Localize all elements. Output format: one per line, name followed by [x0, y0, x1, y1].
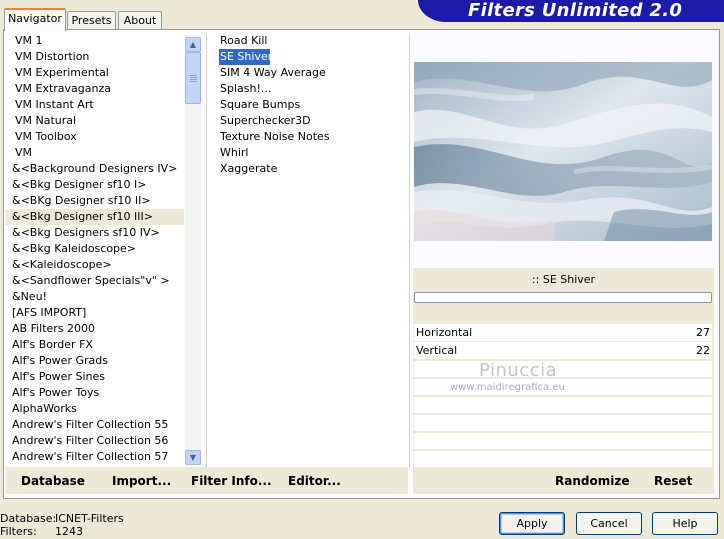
- watermark-name: Pinuccia: [479, 360, 558, 381]
- category-item[interactable]: VM 1: [6, 33, 184, 49]
- preview-image: [414, 62, 712, 241]
- category-item[interactable]: VM Natural: [6, 113, 184, 129]
- param-vertical[interactable]: Vertical 22: [414, 342, 712, 359]
- category-item[interactable]: &<Bkg Designer sf10 I>: [6, 177, 184, 193]
- category-scrollbar[interactable]: ▲ ▼: [185, 35, 201, 465]
- category-item[interactable]: Alf's Power Grads: [6, 353, 184, 369]
- chevron-up-icon[interactable]: ▲: [185, 37, 201, 52]
- category-item[interactable]: [AFS IMPORT]: [6, 305, 184, 321]
- param-label: Horizontal: [416, 326, 473, 339]
- category-item[interactable]: AB Filters 2000: [6, 321, 184, 337]
- database-status: Database:ICNET-Filters: [0, 512, 124, 525]
- filters-status-label: Filters:: [0, 525, 37, 538]
- category-item[interactable]: Andrew's Filter Collection 56: [6, 433, 184, 449]
- reset-button[interactable]: Reset: [654, 474, 692, 488]
- filter-item[interactable]: Whirl: [207, 145, 409, 161]
- import-button[interactable]: Import...: [112, 474, 171, 488]
- filter-info-button[interactable]: Filter Info...: [191, 474, 272, 488]
- param-label: Vertical: [416, 344, 458, 357]
- scrollbar-thumb[interactable]: [185, 52, 201, 104]
- category-item[interactable]: VM Instant Art: [6, 97, 184, 113]
- app-title: Filters Unlimited 2.0: [468, 0, 683, 21]
- chevron-down-icon[interactable]: ▼: [185, 450, 201, 465]
- filter-item[interactable]: Square Bumps: [207, 97, 409, 113]
- param-value[interactable]: 22: [696, 342, 710, 359]
- filter-list[interactable]: Road Kill SE Shiver SIM 4 Way Average Splas…: [206, 33, 410, 467]
- filter-item[interactable]: Texture Noise Notes: [207, 129, 409, 145]
- database-status-value: ICNET-Filters: [55, 512, 124, 525]
- filters-status-value: 1243: [55, 525, 83, 538]
- category-item[interactable]: &<Bkg Designers sf10 IV>: [6, 225, 184, 241]
- param-slot: [414, 415, 712, 431]
- filter-display-name: :: SE Shiver: [531, 273, 596, 286]
- tab-about[interactable]: About: [118, 11, 162, 29]
- category-item[interactable]: AlphaWorks: [6, 401, 184, 417]
- param-horizontal[interactable]: Horizontal 27: [414, 324, 712, 341]
- category-list[interactable]: VM 1 VM Distortion VM Experimental VM Extra…: [6, 33, 184, 465]
- category-item[interactable]: &<BKg Designer sf10 II>: [6, 193, 184, 209]
- filter-item[interactable]: Road Kill: [207, 33, 409, 49]
- help-button[interactable]: Help: [652, 512, 718, 535]
- param-slot: [414, 361, 712, 377]
- database-button[interactable]: Database: [21, 474, 85, 488]
- filter-item[interactable]: SIM 4 Way Average: [207, 65, 409, 81]
- database-status-label: Database:: [0, 512, 57, 525]
- filter-item[interactable]: Xaggerate: [207, 161, 409, 177]
- category-item[interactable]: &<Background Designers IV>: [6, 161, 184, 177]
- tab-navigator[interactable]: Navigator: [4, 8, 66, 31]
- randomize-button[interactable]: Randomize: [555, 474, 629, 488]
- editor-button[interactable]: Editor...: [288, 474, 341, 488]
- param-slot: [414, 433, 712, 449]
- watermark-url: www.maidiregrafica.eu: [450, 382, 565, 393]
- category-item[interactable]: Andrew's Filter Collection 57: [6, 449, 184, 465]
- category-item[interactable]: VM: [6, 145, 184, 161]
- progress-bar: [414, 292, 712, 303]
- category-item[interactable]: VM Experimental: [6, 65, 184, 81]
- category-item[interactable]: VM Extravaganza: [6, 81, 184, 97]
- apply-button[interactable]: Apply: [499, 512, 565, 535]
- filter-item[interactable]: Superchecker3D: [207, 113, 409, 129]
- category-item[interactable]: &<Kaleidoscope>: [6, 257, 184, 273]
- category-item[interactable]: &<Bkg Kaleidoscope>: [6, 241, 184, 257]
- category-item[interactable]: Alf's Border FX: [6, 337, 184, 353]
- category-item[interactable]: &<Bkg Designer sf10 III>: [6, 209, 184, 225]
- category-item[interactable]: &<Sandflower Specials"v" >: [6, 273, 184, 289]
- filters-status: Filters: 1243: [0, 525, 83, 538]
- category-item[interactable]: VM Toolbox: [6, 129, 184, 145]
- category-item[interactable]: VM Distortion: [6, 49, 184, 65]
- cancel-button[interactable]: Cancel: [576, 512, 642, 535]
- filter-item[interactable]: SE Shiver: [219, 49, 272, 65]
- category-item[interactable]: &Neu!: [6, 289, 184, 305]
- param-slot: [414, 451, 712, 467]
- param-value[interactable]: 27: [696, 324, 710, 341]
- filter-item[interactable]: Splash!...: [207, 81, 409, 97]
- category-item[interactable]: Andrew's Filter Collection 55: [6, 417, 184, 433]
- category-item[interactable]: Alf's Power Sines: [6, 369, 184, 385]
- tab-presets[interactable]: Presets: [67, 11, 116, 29]
- param-slot: [414, 397, 712, 413]
- category-item[interactable]: Alf's Power Toys: [6, 385, 184, 401]
